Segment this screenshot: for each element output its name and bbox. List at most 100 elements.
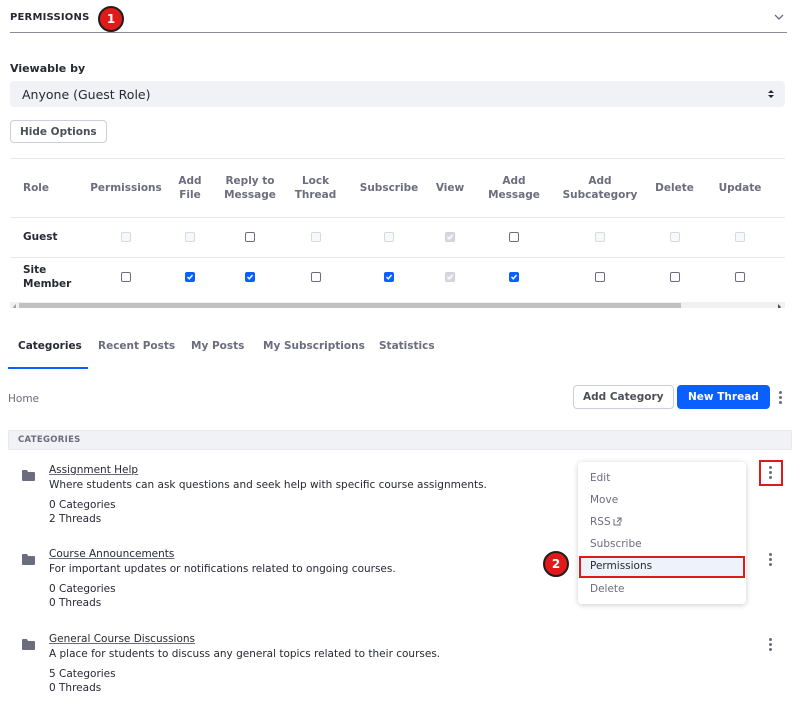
- category-description: A place for students to discuss any gene…: [49, 648, 441, 660]
- tab-my-subscriptions[interactable]: My Subscriptions: [263, 340, 365, 352]
- checkmark-icon: [247, 274, 254, 280]
- categories-section-header: CATEGORIES: [8, 430, 792, 450]
- category-name-link[interactable]: Assignment Help: [49, 464, 138, 476]
- column-header: Add Subcategory: [560, 174, 640, 202]
- column-header-line: View: [435, 182, 465, 194]
- chevron-down-icon[interactable]: [773, 11, 785, 23]
- permissions-panel-header[interactable]: PERMISSIONS: [10, 6, 787, 33]
- folder-icon: [22, 554, 35, 565]
- column-header: Add Message: [484, 174, 544, 202]
- new-thread-button[interactable]: New Thread: [677, 385, 770, 409]
- permission-checkbox: [310, 232, 321, 242]
- permission-checkbox[interactable]: [735, 272, 745, 282]
- categories-header-label: CATEGORIES: [18, 435, 81, 445]
- permission-checkbox[interactable]: [245, 232, 255, 242]
- table-divider: [10, 217, 785, 218]
- permission-checkbox: [185, 232, 195, 242]
- column-header: Role: [23, 181, 83, 195]
- category-thread-count: 0 Threads: [49, 682, 102, 694]
- scroll-left-icon[interactable]: [12, 304, 18, 308]
- category-actions-kebab-icon[interactable]: [767, 466, 773, 480]
- column-header-line: Add: [178, 175, 202, 187]
- role-name-line: Guest: [23, 231, 58, 243]
- category-name-link[interactable]: General Course Discussions: [49, 633, 195, 645]
- column-header: View: [435, 181, 465, 195]
- category-actions-kebab-icon[interactable]: [767, 553, 773, 567]
- viewable-by-label: Viewable by: [10, 62, 86, 75]
- column-header-line: Delete: [655, 182, 694, 194]
- folder-icon: [22, 470, 35, 481]
- checkmark-icon: [386, 274, 393, 280]
- column-header-line: Subcategory: [562, 189, 638, 201]
- menu-item-rss-label: RSS: [590, 516, 611, 528]
- tab-categories[interactable]: Categories: [18, 340, 82, 352]
- column-header-line: Role: [23, 182, 50, 194]
- column-header: Add File: [170, 174, 210, 202]
- permission-checkbox: [735, 232, 745, 242]
- page-options-kebab-icon[interactable]: [777, 391, 783, 405]
- category-subcategory-count: 0 Categories: [49, 499, 116, 511]
- hide-options-button[interactable]: Hide Options: [10, 120, 107, 143]
- tab-my-posts[interactable]: My Posts: [191, 340, 244, 352]
- column-header-line: Subscribe: [359, 182, 419, 194]
- permission-checkbox: [384, 232, 394, 242]
- breadcrumb[interactable]: Home: [8, 393, 39, 405]
- table-divider: [10, 257, 785, 258]
- active-tab-indicator: [8, 367, 88, 369]
- permission-checkbox: [595, 232, 605, 242]
- column-header-line: Update: [718, 182, 762, 194]
- checkmark-icon: [187, 274, 194, 280]
- menu-item-edit[interactable]: Edit: [590, 472, 610, 484]
- tab-statistics[interactable]: Statistics: [379, 340, 435, 352]
- column-header-line: Message: [224, 189, 276, 201]
- category-actions-kebab-icon[interactable]: [767, 638, 773, 652]
- annotation-badge-1: 1: [98, 6, 124, 32]
- role-name-line: Site: [23, 264, 47, 276]
- column-header-line: Permissions: [90, 182, 162, 194]
- checkmark-icon: [511, 274, 518, 280]
- permission-checkbox[interactable]: [310, 272, 321, 282]
- tab-recent-posts[interactable]: Recent Posts: [98, 340, 175, 352]
- menu-item-permissions[interactable]: Permissions: [590, 560, 652, 572]
- category-thread-count: 0 Threads: [49, 597, 102, 609]
- column-header: Permissions: [86, 181, 166, 195]
- category-subcategory-count: 0 Categories: [49, 583, 116, 595]
- permission-checkbox[interactable]: [509, 232, 519, 242]
- checkmark-icon: [447, 234, 454, 240]
- select-arrows-icon: [768, 90, 774, 98]
- category-name-link[interactable]: Course Announcements: [49, 548, 174, 560]
- column-header: Subscribe: [355, 181, 423, 195]
- viewable-by-value: Anyone (Guest Role): [22, 87, 151, 102]
- permission-checkbox[interactable]: [509, 272, 519, 282]
- menu-item-subscribe[interactable]: Subscribe: [590, 538, 642, 550]
- category-description: For important updates or notifications r…: [49, 563, 396, 575]
- column-header-line: Add: [502, 175, 526, 187]
- permission-checkbox[interactable]: [245, 272, 255, 282]
- menu-item-delete[interactable]: Delete: [590, 583, 625, 595]
- external-link-icon: [613, 517, 622, 526]
- permission-checkbox[interactable]: [669, 272, 680, 282]
- checkmark-icon: [447, 274, 454, 280]
- permission-checkbox[interactable]: [595, 272, 605, 282]
- category-actions-menu: Edit Move RSS Subscribe Permissions Dele…: [578, 462, 746, 604]
- column-header: Update: [714, 181, 766, 195]
- viewable-by-select[interactable]: Anyone (Guest Role): [10, 81, 785, 107]
- scrollbar-thumb[interactable]: [19, 303, 681, 308]
- folder-icon: [22, 639, 35, 650]
- column-header-line: Reply to: [225, 175, 275, 187]
- column-header-line: File: [179, 189, 201, 201]
- menu-item-move[interactable]: Move: [590, 494, 618, 506]
- annotation-badge-2: 2: [543, 551, 569, 577]
- column-header: Reply to Message: [220, 174, 280, 202]
- add-category-button[interactable]: Add Category: [573, 385, 674, 409]
- menu-item-rss[interactable]: RSS: [590, 516, 622, 528]
- category-subcategory-count: 5 Categories: [49, 668, 116, 680]
- column-header-line: Message: [488, 189, 540, 201]
- scroll-right-icon[interactable]: [776, 304, 782, 308]
- permission-checkbox[interactable]: [185, 272, 195, 282]
- category-description: Where students can ask questions and see…: [49, 479, 487, 491]
- column-header-line: Lock: [301, 175, 330, 187]
- horizontal-scrollbar[interactable]: [10, 302, 785, 308]
- permission-checkbox[interactable]: [384, 272, 394, 282]
- permission-checkbox[interactable]: [121, 272, 131, 282]
